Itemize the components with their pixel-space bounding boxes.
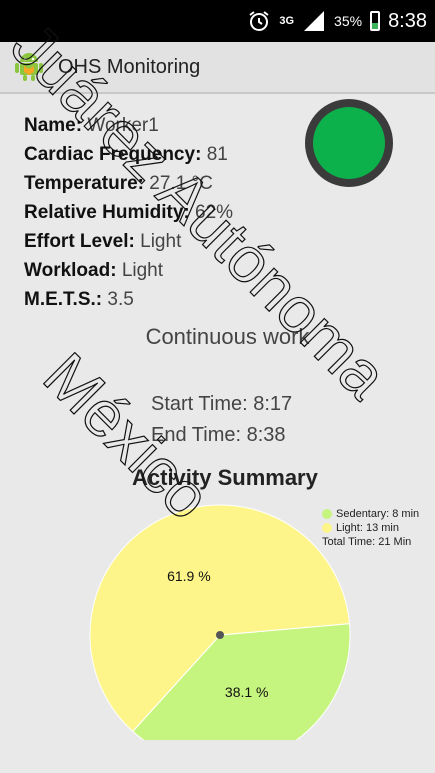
- android-app-icon[interactable]: [12, 48, 58, 87]
- worker-info: Name: Worker1 Cardiac Frequency: 81 Temp…: [24, 111, 233, 314]
- name-label: Name:: [24, 115, 83, 136]
- app-title: OHS Monitoring: [58, 55, 201, 78]
- action-bar: OHS Monitoring: [0, 42, 435, 94]
- workload-row: Workload: Light: [24, 256, 233, 285]
- effort-value: Light: [140, 231, 182, 252]
- battery-icon: [370, 11, 381, 31]
- pie-label-light: 61.9 %: [167, 567, 211, 584]
- cardiac-value: 81: [206, 144, 228, 165]
- network-3g-icon: 3G: [279, 15, 295, 27]
- workload-value: Light: [121, 260, 164, 281]
- humidity-value: 62%: [195, 202, 234, 223]
- battery-fill: [372, 23, 379, 29]
- signal-icon: [302, 11, 326, 31]
- clock: 8:38: [388, 9, 427, 32]
- worker-name-row: Name: Worker1: [24, 111, 233, 140]
- start-time: Start Time: 8:17: [151, 393, 293, 415]
- alarm-icon: [247, 9, 271, 33]
- name-value: Worker1: [87, 115, 159, 136]
- humidity-label: Relative Humidity:: [24, 202, 190, 223]
- mets-value: 3.5: [107, 289, 134, 310]
- network-label: 3G: [279, 15, 295, 27]
- pie-label-sedentary: 38.1 %: [224, 684, 269, 701]
- status-indicator-light: [305, 99, 393, 187]
- humidity-row: Relative Humidity: 62%: [24, 198, 233, 227]
- battery-percent: 35%: [334, 13, 363, 29]
- status-bar: 3G 35% 8:38: [0, 0, 435, 42]
- workload-label: Workload:: [24, 260, 117, 281]
- work-times: Start Time: 8:17 End Time: 8:38: [151, 389, 292, 451]
- temperature-label: Temperature:: [24, 173, 145, 194]
- activity-summary-title: Activity Summary: [132, 465, 318, 490]
- pie-center-dot: [216, 631, 224, 639]
- temperature-value: 27.1 °C: [149, 173, 213, 194]
- mets-row: M.E.T.S.: 3.5: [24, 285, 233, 314]
- mets-label: M.E.T.S.:: [24, 289, 103, 310]
- end-time: End Time: 8:38: [151, 424, 286, 446]
- status-indicator-fill: [313, 107, 385, 179]
- effort-label: Effort Level:: [24, 231, 135, 252]
- cardiac-label: Cardiac Frequency:: [24, 144, 202, 165]
- cardiac-row: Cardiac Frequency: 81: [24, 140, 233, 169]
- activity-pie-chart: [89, 504, 351, 740]
- effort-row: Effort Level: Light: [24, 227, 233, 256]
- work-mode-text: Continuous work: [145, 324, 310, 349]
- temperature-row: Temperature: 27.1 °C: [24, 169, 233, 198]
